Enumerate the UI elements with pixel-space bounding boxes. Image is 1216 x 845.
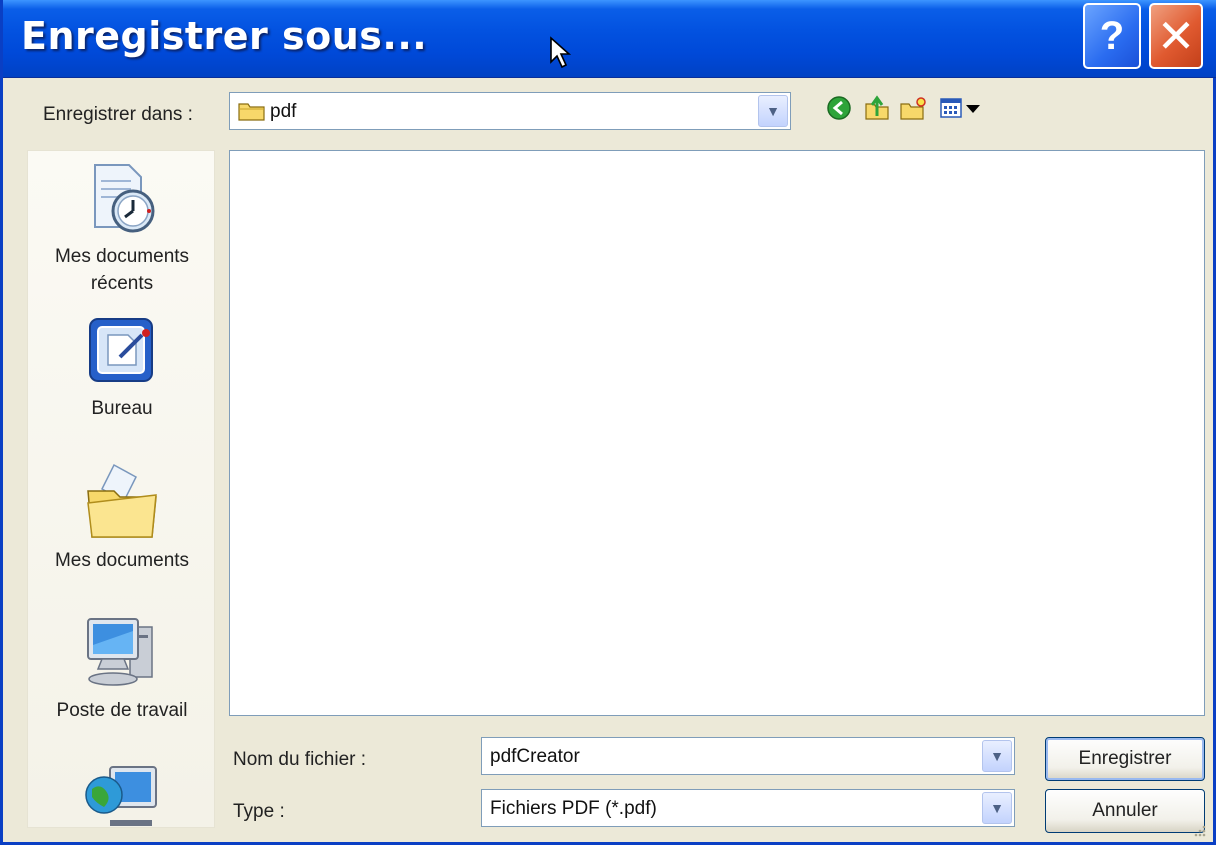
title-bar[interactable]: Enregistrer sous... ? ✕ — [3, 0, 1216, 78]
view-menu-icon[interactable] — [939, 94, 983, 122]
place-desktop[interactable]: Bureau — [28, 313, 214, 422]
filename-dropdown-button[interactable]: ▼ — [982, 740, 1012, 772]
filename-value: pdfCreator — [490, 746, 580, 767]
help-icon: ? — [1099, 13, 1125, 58]
filetype-value: Fichiers PDF (*.pdf) — [490, 798, 657, 819]
save-in-dropdown-button[interactable]: ▼ — [758, 95, 788, 127]
cancel-button[interactable]: Annuler — [1045, 789, 1205, 833]
place-label-line-2: récents — [90, 273, 154, 294]
filetype-label: Type : — [233, 801, 285, 822]
close-button[interactable]: ✕ — [1149, 3, 1203, 69]
place-label: Mes documents — [54, 550, 190, 571]
my-computer-icon — [87, 618, 153, 686]
up-folder-icon[interactable] — [863, 94, 891, 122]
close-icon: ✕ — [1156, 10, 1196, 62]
chevron-down-icon: ▼ — [766, 103, 780, 119]
desktop-icon — [89, 318, 153, 382]
save-as-dialog: Enregistrer sous... ? ✕ Enregistrer dans… — [0, 0, 1216, 845]
resize-grip-icon[interactable] — [1191, 822, 1207, 838]
chevron-down-icon: ▼ — [990, 748, 1004, 764]
place-recent-documents[interactable]: Mes documents récents — [28, 161, 214, 297]
place-my-computer[interactable]: Poste de travail — [28, 613, 214, 724]
save-in-label: Enregistrer dans : — [43, 104, 193, 125]
folder-icon — [238, 103, 265, 121]
my-documents-icon — [87, 463, 157, 538]
recent-documents-icon — [94, 164, 155, 233]
network-icon — [85, 766, 157, 826]
save-in-value: pdf — [270, 101, 297, 122]
filename-label: Nom du fichier : — [233, 749, 367, 770]
place-label: Mes documents récents — [28, 243, 214, 297]
filename-input[interactable]: pdfCreator ▼ — [481, 737, 1015, 775]
place-label: Bureau — [91, 398, 153, 419]
place-label: Poste de travail — [56, 700, 188, 721]
mouse-cursor-icon — [550, 36, 572, 69]
help-button[interactable]: ? — [1083, 3, 1141, 69]
places-bar: Mes documents récents Bureau Mes document… — [27, 150, 215, 828]
new-folder-icon[interactable] — [899, 94, 927, 122]
back-icon[interactable] — [825, 94, 853, 122]
filetype-dropdown-button[interactable]: ▼ — [982, 792, 1012, 824]
place-my-documents[interactable]: Mes documents — [28, 461, 214, 574]
window-title: Enregistrer sous... — [21, 14, 428, 58]
file-list[interactable] — [229, 150, 1205, 716]
save-button[interactable]: Enregistrer — [1045, 737, 1205, 781]
cancel-button-label: Annuler — [1092, 800, 1158, 821]
save-button-label: Enregistrer — [1078, 748, 1172, 769]
place-label-line-1: Mes documents — [54, 246, 190, 267]
place-network[interactable] — [28, 763, 214, 827]
filetype-dropdown[interactable]: Fichiers PDF (*.pdf) ▼ — [481, 789, 1015, 827]
save-in-dropdown[interactable]: pdf ▼ — [229, 92, 791, 130]
chevron-down-icon: ▼ — [990, 800, 1004, 816]
